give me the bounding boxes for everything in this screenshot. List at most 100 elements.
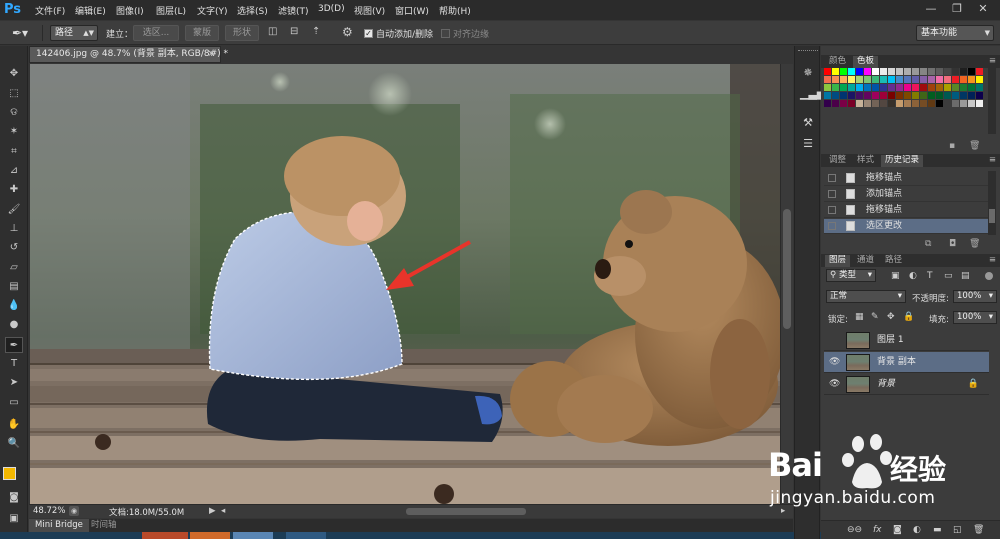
color-swatch[interactable]: [976, 100, 983, 107]
color-swatch[interactable]: [832, 92, 839, 99]
color-swatch[interactable]: [832, 68, 839, 75]
color-swatch[interactable]: [872, 76, 879, 83]
color-swatch[interactable]: [976, 92, 983, 99]
auto-add-delete-checkbox[interactable]: ✓: [364, 29, 373, 38]
brush-tool-icon[interactable]: 🖌: [5, 202, 23, 218]
color-swatch[interactable]: [832, 84, 839, 91]
swatches-scrollbar[interactable]: [988, 68, 996, 134]
make-selection-button[interactable]: 选区...: [133, 25, 179, 41]
layer-kind-filter[interactable]: ⚲ 类型 ▾: [826, 269, 876, 282]
color-swatch[interactable]: [960, 100, 967, 107]
document-canvas[interactable]: [30, 64, 780, 504]
menu-image[interactable]: 图像(I): [116, 4, 144, 17]
move-tool-icon[interactable]: ✥: [5, 66, 23, 82]
color-swatch[interactable]: [872, 68, 879, 75]
color-swatch[interactable]: [936, 68, 943, 75]
color-swatch[interactable]: [888, 92, 895, 99]
color-swatch[interactable]: [920, 92, 927, 99]
color-swatch[interactable]: [944, 68, 951, 75]
workspace-select[interactable]: 基本功能 ▼: [916, 25, 994, 41]
tab-mini-bridge[interactable]: Mini Bridge: [29, 519, 89, 532]
color-swatch[interactable]: [960, 68, 967, 75]
color-swatch[interactable]: [848, 100, 855, 107]
history-source-box[interactable]: [828, 190, 836, 198]
lock-position-icon[interactable]: ✥: [887, 311, 895, 323]
healing-brush-tool-icon[interactable]: ✚: [5, 182, 23, 198]
color-swatch[interactable]: [864, 68, 871, 75]
color-swatch[interactable]: [936, 92, 943, 99]
swatches-grid[interactable]: [824, 68, 984, 132]
lock-transparent-icon[interactable]: ▦: [855, 311, 864, 323]
color-swatch[interactable]: [920, 84, 927, 91]
vertical-scroll-thumb[interactable]: [783, 209, 791, 329]
color-swatch[interactable]: [840, 100, 847, 107]
taskbar-app-button[interactable]: [286, 532, 326, 539]
color-swatch[interactable]: [840, 76, 847, 83]
new-document-from-state-icon[interactable]: ⧉: [925, 239, 931, 249]
lock-pixels-icon[interactable]: ✎: [871, 311, 879, 323]
color-swatch[interactable]: [976, 68, 983, 75]
tab-styles[interactable]: 样式: [853, 155, 878, 167]
history-item-selected[interactable]: 选区更改: [824, 219, 989, 234]
color-swatch[interactable]: [832, 100, 839, 107]
tab-history[interactable]: 历史记录: [881, 155, 924, 167]
color-swatch[interactable]: [888, 76, 895, 83]
history-brush-tool-icon[interactable]: ↺: [5, 240, 23, 256]
properties-icon[interactable]: ☰: [800, 137, 816, 151]
tab-layers[interactable]: 图层: [825, 255, 851, 267]
history-item[interactable]: 添加锚点: [824, 187, 989, 202]
color-swatch[interactable]: [928, 100, 935, 107]
history-scroll-thumb[interactable]: [989, 209, 995, 223]
opacity-input[interactable]: 100% ▾: [953, 290, 997, 303]
history-source-box[interactable]: [828, 222, 836, 230]
color-swatch[interactable]: [920, 100, 927, 107]
color-swatch[interactable]: [872, 84, 879, 91]
tool-presets-icon[interactable]: ⚒: [800, 116, 816, 130]
color-swatch[interactable]: [888, 84, 895, 91]
filter-toggle-icon[interactable]: [985, 272, 993, 280]
color-swatch[interactable]: [848, 76, 855, 83]
panel-menu-icon[interactable]: ≡: [989, 255, 996, 265]
color-swatch[interactable]: [968, 76, 975, 83]
color-swatch[interactable]: [896, 76, 903, 83]
horizontal-scroll-thumb[interactable]: [406, 508, 526, 515]
filter-type-icon[interactable]: T: [927, 270, 933, 282]
color-swatch[interactable]: [832, 76, 839, 83]
hand-tool-icon[interactable]: ✋: [5, 417, 23, 433]
color-swatch[interactable]: [952, 100, 959, 107]
close-icon[interactable]: ×: [207, 47, 215, 62]
align-edges-checkbox[interactable]: [441, 29, 450, 38]
tab-color[interactable]: 颜色: [825, 56, 850, 68]
new-swatch-icon[interactable]: ▪: [949, 141, 955, 151]
menu-3d[interactable]: 3D(D): [318, 4, 345, 14]
color-swatch[interactable]: [968, 92, 975, 99]
color-swatch[interactable]: [944, 92, 951, 99]
color-swatch[interactable]: [952, 68, 959, 75]
tool-mode-select[interactable]: 路径 ▲▼: [50, 25, 98, 41]
tab-adjustments[interactable]: 调整: [825, 155, 850, 167]
color-swatch[interactable]: [856, 76, 863, 83]
color-swatch[interactable]: [880, 92, 887, 99]
color-swatch[interactable]: [960, 76, 967, 83]
history-item[interactable]: 拖移锚点: [824, 171, 989, 186]
color-swatch[interactable]: [864, 84, 871, 91]
history-source-box[interactable]: [828, 174, 836, 182]
menu-window[interactable]: 窗口(W): [395, 4, 429, 17]
color-swatch[interactable]: [968, 68, 975, 75]
tab-channels[interactable]: 通道: [853, 255, 878, 267]
history-item[interactable]: 拖移锚点: [824, 203, 989, 218]
color-swatch[interactable]: [928, 84, 935, 91]
minimize-button[interactable]: —: [918, 0, 944, 18]
link-layers-icon[interactable]: ⊖⊖: [847, 524, 862, 536]
menu-layer[interactable]: 图层(L): [156, 4, 186, 17]
color-swatch[interactable]: [824, 92, 831, 99]
make-shape-button[interactable]: 形状: [225, 25, 259, 41]
pen-tool-preset-icon[interactable]: ✒▾: [12, 25, 32, 41]
panel-menu-icon[interactable]: ≡: [989, 56, 996, 66]
panel-menu-icon[interactable]: ≡: [989, 155, 996, 165]
trash-icon[interactable]: 🗑: [973, 524, 984, 536]
color-swatch[interactable]: [856, 100, 863, 107]
gear-icon[interactable]: ⚙: [342, 25, 356, 39]
color-swatch[interactable]: [912, 92, 919, 99]
color-swatch[interactable]: [896, 92, 903, 99]
